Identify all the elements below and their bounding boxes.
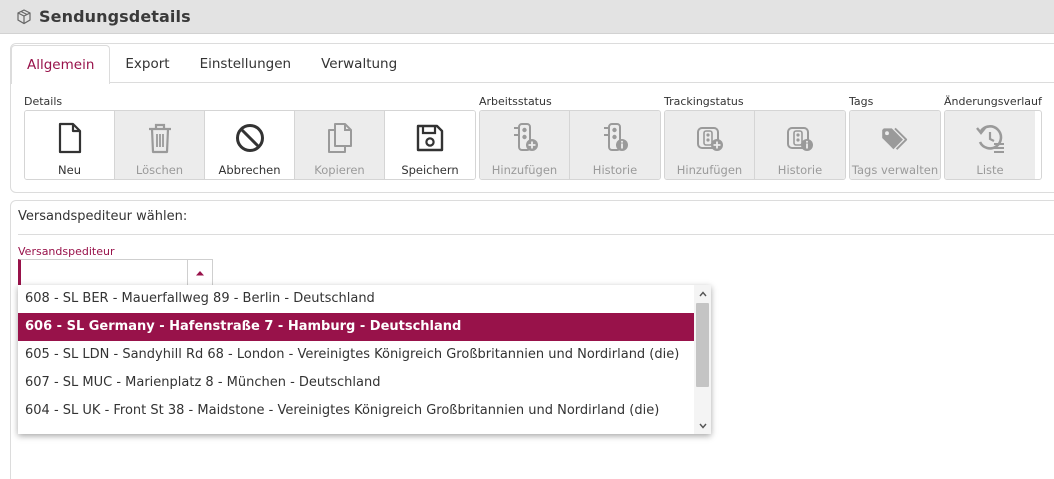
caret-up-icon[interactable]: [187, 260, 212, 285]
tracking-status-history-label: Historie: [777, 163, 823, 177]
manage-tags-label: Tags verwalten: [851, 163, 939, 177]
delete-button-label: Löschen: [135, 163, 184, 177]
save-button[interactable]: Speichern: [385, 111, 475, 179]
tab-bar: Allgemein Export Einstellungen Verwaltun…: [11, 44, 1054, 84]
traffic-light-info-icon: [599, 122, 631, 154]
cancel-button-label: Abbrechen: [218, 163, 281, 177]
dropdown-option-604[interactable]: 604 - SL UK - Front St 38 - Maidstone - …: [18, 397, 694, 425]
group-trackingstatus-label: Trackingstatus: [664, 95, 744, 108]
trash-icon: [144, 122, 176, 154]
new-document-icon: [54, 122, 86, 154]
title-bar: Sendungsdetails: [0, 0, 1054, 34]
work-status-add-label: Hinzufügen: [491, 163, 558, 177]
work-status-add-button[interactable]: Hinzufügen: [480, 111, 570, 179]
tags-icon: [879, 122, 911, 154]
group-change-history: Änderungsverlauf Liste: [944, 94, 1042, 180]
carrier-field-label: Versandspediteur: [18, 245, 115, 258]
manage-tags-button[interactable]: Tags verwalten: [850, 111, 940, 179]
group-details: Details Neu Löschen Abbrechen Kopieren S…: [24, 94, 476, 180]
tab-einstellungen[interactable]: Einstellungen: [185, 44, 307, 83]
work-status-history-label: Historie: [592, 163, 638, 177]
tracking-status-history-button[interactable]: Historie: [755, 111, 845, 179]
carrier-dropdown-list: 608 - SL BER - Mauerfallweg 89 - Berlin …: [18, 285, 711, 434]
group-details-label: Details: [24, 95, 63, 108]
tracking-status-add-button[interactable]: Hinzufügen: [665, 111, 755, 179]
app-window: Sendungsdetails Allgemein Export Einstel…: [0, 0, 1054, 479]
copy-button[interactable]: Kopieren: [295, 111, 385, 179]
group-arbeitsstatus: Arbeitsstatus Hinzufügen Historie: [479, 94, 661, 180]
scrollbar-thumb[interactable]: [696, 303, 709, 387]
scroll-up-icon[interactable]: [694, 285, 711, 302]
dropdown-option-608[interactable]: 608 - SL BER - Mauerfallweg 89 - Berlin …: [18, 285, 694, 313]
new-button-label: Neu: [58, 163, 81, 177]
work-status-history-button[interactable]: Historie: [570, 111, 660, 179]
cancel-icon: [234, 122, 266, 154]
section-divider: [18, 234, 1054, 235]
dropdown-scrollbar[interactable]: [694, 285, 711, 434]
package-icon: [15, 8, 33, 26]
save-icon: [414, 122, 446, 154]
group-tags: Tags Tags verwalten: [849, 94, 941, 180]
dropdown-option-606[interactable]: 606 - SL Germany - Hafenstraße 7 - Hambu…: [18, 313, 694, 341]
group-trackingstatus: Trackingstatus Hinzufügen Historie: [664, 94, 846, 180]
group-change-history-label: Änderungsverlauf: [944, 95, 1042, 108]
ribbon-panel: Allgemein Export Einstellungen Verwaltun…: [10, 43, 1054, 193]
tracking-light-add-icon: [694, 122, 726, 154]
delete-button[interactable]: Löschen: [115, 111, 205, 179]
change-history-list-button[interactable]: Liste: [945, 111, 1035, 179]
tracking-light-info-icon: [784, 122, 816, 154]
new-button[interactable]: Neu: [25, 111, 115, 179]
tab-allgemein[interactable]: Allgemein: [11, 45, 111, 84]
dropdown-option-605[interactable]: 605 - SL LDN - Sandyhill Rd 68 - London …: [18, 341, 694, 369]
dropdown-option-607[interactable]: 607 - SL MUC - Marienplatz 8 - München -…: [18, 369, 694, 397]
group-tags-label: Tags: [849, 95, 874, 108]
tracking-status-add-label: Hinzufügen: [676, 163, 743, 177]
copy-button-label: Kopieren: [314, 163, 365, 177]
tab-export[interactable]: Export: [110, 44, 184, 83]
group-arbeitsstatus-label: Arbeitsstatus: [479, 95, 552, 108]
history-list-icon: [974, 122, 1006, 154]
tab-verwaltung[interactable]: Verwaltung: [306, 44, 412, 83]
change-history-list-label: Liste: [976, 163, 1004, 177]
cancel-button[interactable]: Abbrechen: [205, 111, 295, 179]
carrier-select[interactable]: [18, 259, 213, 286]
copy-icon: [324, 122, 356, 154]
section-title: Versandspediteur wählen:: [18, 209, 188, 224]
window-title: Sendungsdetails: [39, 7, 191, 26]
scroll-down-icon[interactable]: [694, 417, 711, 434]
traffic-light-add-icon: [509, 122, 541, 154]
save-button-label: Speichern: [401, 163, 459, 177]
